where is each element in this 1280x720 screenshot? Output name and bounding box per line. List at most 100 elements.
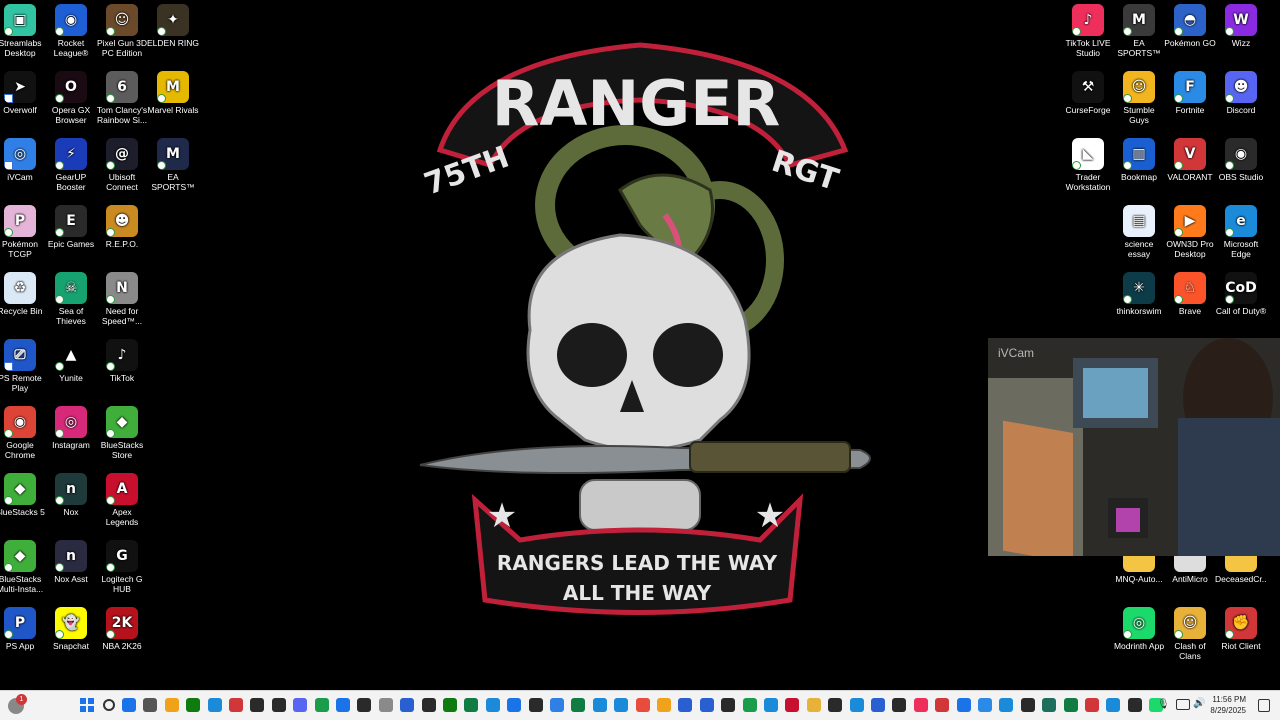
desktop-shortcut[interactable]: W Wizz	[1215, 4, 1267, 48]
taskbar-app-icon[interactable]	[164, 698, 179, 712]
desktop-shortcut[interactable]: ▶ OWN3D Pro Desktop	[1164, 205, 1216, 259]
taskbar-app-icon[interactable]	[293, 698, 308, 712]
desktop-shortcut[interactable]: ✊ Riot Client	[1215, 607, 1267, 651]
taskbar-app-icon[interactable]	[571, 698, 586, 712]
desktop-shortcut[interactable]: ◉ OBS Studio	[1215, 138, 1267, 182]
network-icon[interactable]	[1176, 699, 1190, 710]
taskbar-app-icon[interactable]	[400, 698, 415, 712]
taskbar-app-icon[interactable]	[721, 698, 736, 712]
desktop-shortcut[interactable]: ☺ Pixel Gun 3D PC Edition	[96, 4, 148, 58]
desktop-shortcut[interactable]: ◉ Rocket League®	[45, 4, 97, 58]
desktop-shortcut[interactable]: ☺ Stumble Guys	[1113, 71, 1165, 125]
desktop-shortcut[interactable]: 6 Tom Clancy's Rainbow Si...	[96, 71, 148, 125]
desktop-shortcut[interactable]: P Pokémon TCGP	[0, 205, 46, 259]
desktop-shortcut[interactable]: ▣ Streamlabs Desktop	[0, 4, 46, 58]
desktop-shortcut[interactable]: ◓ Pokémon GO	[1164, 4, 1216, 48]
desktop-shortcut[interactable]: A Apex Legends	[96, 473, 148, 527]
taskbar-app-icon[interactable]	[657, 698, 671, 712]
desktop-shortcut[interactable]: n Nox	[45, 473, 97, 517]
desktop-shortcut[interactable]: ⚒ CurseForge	[1062, 71, 1114, 115]
taskbar-app-icon[interactable]	[999, 698, 1014, 712]
taskbar-app-icon[interactable]	[785, 698, 800, 712]
taskbar-app-icon[interactable]	[143, 698, 158, 712]
taskbar-app-icon[interactable]	[507, 698, 522, 712]
taskbar-app-icon[interactable]	[871, 698, 885, 712]
desktop-shortcut[interactable]: ◉ Google Chrome	[0, 406, 46, 460]
desktop-shortcut[interactable]: ⎚ PS Remote Play	[0, 339, 46, 393]
desktop-shortcut[interactable]: M Marvel Rivals	[147, 71, 199, 115]
taskbar-app-icon[interactable]	[978, 698, 992, 712]
desktop-shortcut[interactable]: ➤ Overwolf	[0, 71, 46, 115]
taskbar-app-icon[interactable]	[271, 698, 286, 712]
desktop-shortcut[interactable]: ◆ BlueStacks 5	[0, 473, 46, 517]
taskbar-app-icon[interactable]	[699, 698, 714, 712]
clock-time[interactable]: 11:56 PM	[1196, 695, 1246, 704]
ivcam-preview-window[interactable]: iVCam	[988, 338, 1280, 556]
taskbar-app-icon[interactable]	[806, 698, 821, 712]
desktop-shortcut[interactable]: ◆ BlueStacks Store	[96, 406, 148, 460]
desktop-shortcut[interactable]: ☻ R.E.P.O.	[96, 205, 148, 249]
desktop-shortcut[interactable]: G Logitech G HUB	[96, 540, 148, 594]
taskbar-app-icon[interactable]	[678, 698, 693, 712]
taskbar-app-icon[interactable]	[357, 698, 372, 712]
taskbar-app-icon[interactable]	[935, 698, 950, 712]
taskbar-app-icon[interactable]	[464, 698, 479, 712]
taskbar-app-icon[interactable]	[485, 698, 500, 712]
taskbar-app-icon[interactable]	[742, 698, 757, 712]
desktop-shortcut[interactable]: n Nox Asst	[45, 540, 97, 584]
taskbar-app-icon[interactable]	[1042, 698, 1057, 712]
taskbar-app-icon[interactable]	[892, 698, 907, 712]
desktop-shortcut[interactable]: 👻 Snapchat	[45, 607, 97, 651]
desktop-shortcut[interactable]: ▥ Bookmap	[1113, 138, 1165, 182]
taskbar-app-icon[interactable]	[122, 698, 136, 712]
taskbar-app-icon[interactable]	[336, 698, 350, 712]
desktop-shortcut[interactable]: ♻ Recycle Bin	[0, 272, 46, 316]
taskbar-app-icon[interactable]	[528, 698, 543, 712]
taskbar-app-icon[interactable]	[849, 698, 864, 712]
desktop-shortcut[interactable]: ▤ science essay	[1113, 205, 1165, 259]
notification-widget[interactable]: 1	[8, 694, 27, 714]
desktop-shortcut[interactable]: ✳ thinkorswim	[1113, 272, 1165, 316]
taskbar-app-icon[interactable]	[614, 698, 629, 712]
taskbar-app-icon[interactable]	[1085, 698, 1099, 712]
taskbar-app-icon[interactable]	[1020, 698, 1035, 712]
desktop-shortcut[interactable]: ♪ TikTok	[96, 339, 148, 383]
taskbar-app-icon[interactable]	[764, 698, 778, 712]
desktop-shortcut[interactable]: ♪ TikTok LIVE Studio	[1062, 4, 1114, 58]
desktop-shortcut[interactable]: P PS App	[0, 607, 46, 651]
desktop-shortcut[interactable]: ✦ ELDEN RING	[147, 4, 199, 48]
taskbar-app-icon[interactable]	[421, 698, 436, 712]
desktop-shortcut[interactable]: ⚡ GearUP Booster	[45, 138, 97, 192]
desktop-shortcut[interactable]: ☺ Clash of Clans	[1164, 607, 1216, 661]
desktop-shortcut[interactable]: F Fortnite	[1164, 71, 1216, 115]
desktop-shortcut[interactable]: E Epic Games	[45, 205, 97, 249]
taskbar-app-icon[interactable]	[828, 698, 843, 712]
taskbar-app-icon[interactable]	[1063, 698, 1078, 712]
desktop-shortcut[interactable]: MEA SPORTS™ Madden N...	[147, 138, 199, 192]
taskbar-app-icon[interactable]	[956, 698, 971, 712]
taskbar-app-icon[interactable]	[314, 698, 329, 712]
taskbar-app-icon[interactable]	[550, 698, 564, 712]
search-button[interactable]	[102, 698, 116, 712]
desktop-shortcut[interactable]: V VALORANT	[1164, 138, 1216, 182]
taskbar-app-icon[interactable]	[913, 698, 928, 712]
taskbar-app-icon[interactable]	[592, 698, 607, 712]
desktop-shortcut[interactable]: ◎ iVCam	[0, 138, 46, 182]
desktop-shortcut[interactable]: @ Ubisoft Connect	[96, 138, 148, 192]
desktop-shortcut[interactable]: 2K NBA 2K26	[96, 607, 148, 651]
desktop-shortcut[interactable]: ◎ Modrinth App	[1113, 607, 1165, 651]
desktop-shortcut[interactable]: ♘ Brave	[1164, 272, 1216, 316]
desktop-shortcut[interactable]: ◣ Trader Workstation	[1062, 138, 1114, 192]
start-button[interactable]	[80, 698, 94, 712]
desktop-shortcut[interactable]: ▲ Yunite	[45, 339, 97, 383]
taskbar-app-icon[interactable]	[207, 698, 222, 712]
taskbar-app-icon[interactable]	[635, 698, 650, 712]
tray-overflow-chevron-icon[interactable]: ⌃	[1135, 699, 1143, 710]
desktop-shortcut[interactable]: N Need for Speed™...	[96, 272, 148, 326]
taskbar-app-icon[interactable]	[378, 698, 393, 712]
taskbar-app-icon[interactable]	[250, 698, 265, 712]
desktop-shortcut[interactable]: ◎ Instagram	[45, 406, 97, 450]
desktop-shortcut[interactable]: ◆ BlueStacks Multi-Insta...	[0, 540, 46, 594]
taskbar-app-icon[interactable]	[186, 698, 201, 712]
notification-center-icon[interactable]	[1258, 699, 1270, 712]
